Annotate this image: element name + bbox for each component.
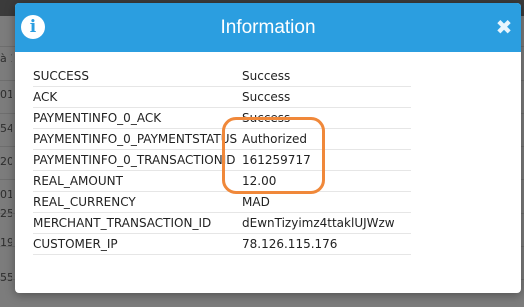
row-key: PAYMENTINFO_0_TRANSACTIONID — [33, 149, 242, 171]
row-value: Success — [242, 107, 411, 129]
table-row: PAYMENTINFO_0_ACK Success — [33, 107, 411, 129]
table-row: ACK Success — [33, 86, 411, 108]
row-value: MAD — [242, 191, 411, 213]
row-key: CUSTOMER_IP — [33, 233, 242, 255]
row-value: 78.126.115.176 — [242, 233, 411, 255]
row-key: MERCHANT_TRANSACTION_ID — [33, 212, 242, 234]
row-value: 12.00 — [242, 170, 411, 192]
row-value: 161259717 — [242, 149, 411, 171]
row-key: REAL_CURRENCY — [33, 191, 242, 213]
table-row: MERCHANT_TRANSACTION_ID dEwnTizyimz4ttak… — [33, 212, 411, 234]
table-row: CUSTOMER_IP 78.126.115.176 — [33, 233, 411, 255]
row-key: SUCCESS — [33, 66, 242, 87]
row-value: Success — [242, 66, 411, 87]
row-value: dEwnTizyimz4ttaklUJWzw — [242, 212, 411, 234]
table-row: REAL_AMOUNT 12.00 — [33, 170, 411, 192]
close-icon[interactable]: ✖ — [494, 17, 514, 37]
table-row: PAYMENTINFO_0_TRANSACTIONID 161259717 — [33, 149, 411, 171]
dialog-title: Information — [220, 17, 316, 38]
row-key: REAL_AMOUNT — [33, 170, 242, 192]
dialog-header: i Information ✖ — [15, 3, 521, 52]
information-dialog: i Information ✖ SUCCESS Success ACK Succ… — [15, 3, 521, 293]
info-table: SUCCESS Success ACK Success PAYMENTINFO_… — [33, 66, 411, 255]
row-value: Authorized — [242, 128, 411, 150]
row-key: PAYMENTINFO_0_PAYMENTSTATUS — [33, 128, 242, 150]
table-row: PAYMENTINFO_0_PAYMENTSTATUS Authorized — [33, 128, 411, 150]
row-key: PAYMENTINFO_0_ACK — [33, 107, 242, 129]
table-row: REAL_CURRENCY MAD — [33, 191, 411, 213]
row-key: ACK — [33, 86, 242, 108]
row-value: Success — [242, 86, 411, 108]
table-row: SUCCESS Success — [33, 66, 411, 87]
